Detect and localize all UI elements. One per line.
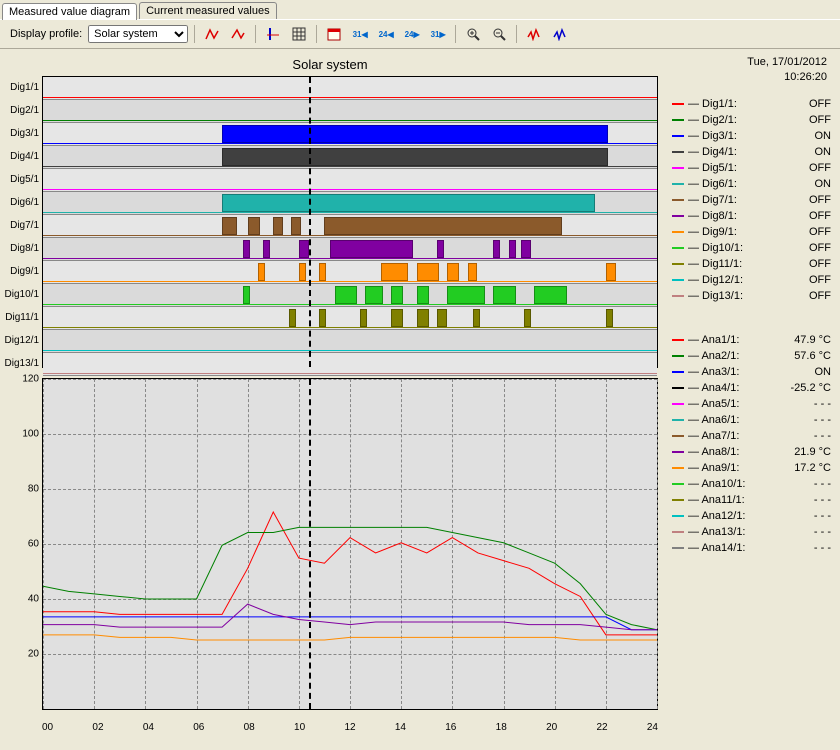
- legend-row: — Dig8/1:OFF: [672, 208, 831, 224]
- legend-row: — Ana8/1:21.9 °C: [672, 444, 831, 460]
- analog-x-axis: 00020406081012141618202224: [42, 720, 658, 739]
- legend-row: — Ana2/1:57.6 °C: [672, 348, 831, 364]
- dig-row-label: Dig3/1: [3, 128, 39, 139]
- separator: [316, 25, 317, 43]
- range-31f-icon[interactable]: 31◀: [349, 23, 371, 45]
- dig-row-label: Dig12/1: [3, 335, 39, 346]
- profile-label: Display profile:: [10, 28, 82, 40]
- separator: [455, 25, 456, 43]
- cursor-icon[interactable]: [262, 23, 284, 45]
- dig-row: Dig5/1: [43, 169, 657, 192]
- legend-row: — Ana6/1:- - -: [672, 412, 831, 428]
- signal-red-icon[interactable]: [523, 23, 545, 45]
- legend-row: — Dig1/1:OFF: [672, 96, 831, 112]
- calendar-icon[interactable]: [323, 23, 345, 45]
- dig-row-label: Dig4/1: [3, 151, 39, 162]
- grid-icon[interactable]: [288, 23, 310, 45]
- dig-row-label: Dig5/1: [3, 174, 39, 185]
- digital-legend: — Dig1/1:OFF— Dig2/1:OFF— Dig3/1:ON— Dig…: [662, 90, 837, 310]
- digital-chart[interactable]: Dig1/1Dig2/1Dig3/1Dig4/1Dig5/1Dig6/1Dig7…: [42, 76, 658, 368]
- dig-row-label: Dig7/1: [3, 220, 39, 231]
- dig-row: Dig13/1: [43, 353, 657, 376]
- legend-row: — Dig4/1:ON: [672, 144, 831, 160]
- separator: [516, 25, 517, 43]
- time-text: 10:26:20: [672, 70, 827, 85]
- dig-row: Dig4/1: [43, 146, 657, 169]
- legend-row: — Dig9/1:OFF: [672, 224, 831, 240]
- legend-row: — Dig10/1:OFF: [672, 240, 831, 256]
- dig-row: Dig11/1: [43, 307, 657, 330]
- legend-row: — Ana13/1:- - -: [672, 524, 831, 540]
- toolbar: Display profile: Solar system 31◀ 24◀ 24…: [0, 19, 840, 49]
- signal-blue-icon[interactable]: [549, 23, 571, 45]
- dig-row-label: Dig1/1: [3, 82, 39, 93]
- timestamp: Tue, 17/01/2012 10:26:20: [662, 51, 837, 90]
- legend-row: — Dig3/1:ON: [672, 128, 831, 144]
- legend-row: — Ana7/1:- - -: [672, 428, 831, 444]
- dig-row: Dig12/1: [43, 330, 657, 353]
- dig-row-label: Dig2/1: [3, 105, 39, 116]
- dig-row: Dig10/1: [43, 284, 657, 307]
- legend-row: — Ana14/1:- - -: [672, 540, 831, 556]
- legend-row: — Ana9/1:17.2 °C: [672, 460, 831, 476]
- dig-row-label: Dig6/1: [3, 197, 39, 208]
- legend-row: — Ana1/1:47.9 °C: [672, 332, 831, 348]
- dig-row: Dig6/1: [43, 192, 657, 215]
- zoom-in-icon[interactable]: [462, 23, 484, 45]
- range-31b-icon[interactable]: 31▶: [427, 23, 449, 45]
- tab-diagram[interactable]: Measured value diagram: [2, 3, 137, 20]
- chart-title: Solar system: [2, 51, 658, 76]
- legend-row: — Ana5/1:- - -: [672, 396, 831, 412]
- dig-row-label: Dig11/1: [3, 312, 39, 323]
- range-24b-icon[interactable]: 24▶: [401, 23, 423, 45]
- legend-row: — Dig11/1:OFF: [672, 256, 831, 272]
- legend-row: — Dig5/1:OFF: [672, 160, 831, 176]
- dig-row: Dig7/1: [43, 215, 657, 238]
- legend-row: — Ana3/1:ON: [672, 364, 831, 380]
- legend-row: — Ana12/1:- - -: [672, 508, 831, 524]
- curve-next-icon[interactable]: [227, 23, 249, 45]
- separator: [194, 25, 195, 43]
- tabbar: Measured value diagram Current measured …: [0, 0, 840, 19]
- date-text: Tue, 17/01/2012: [672, 55, 827, 70]
- legend-row: — Ana11/1:- - -: [672, 492, 831, 508]
- legend-row: — Dig13/1:OFF: [672, 288, 831, 304]
- dig-row-label: Dig13/1: [3, 358, 39, 369]
- dig-row: Dig8/1: [43, 238, 657, 261]
- legend-row: — Dig6/1:ON: [672, 176, 831, 192]
- legend-row: — Ana10/1:- - -: [672, 476, 831, 492]
- dig-row-label: Dig10/1: [3, 289, 39, 300]
- dig-row: Dig2/1: [43, 100, 657, 123]
- separator: [255, 25, 256, 43]
- zoom-out-icon[interactable]: [488, 23, 510, 45]
- profile-select[interactable]: Solar system: [88, 25, 188, 43]
- range-24f-icon[interactable]: 24◀: [375, 23, 397, 45]
- curve-prev-icon[interactable]: [201, 23, 223, 45]
- legend-row: — Dig7/1:OFF: [672, 192, 831, 208]
- analog-legend: — Ana1/1:47.9 °C— Ana2/1:57.6 °C— Ana3/1…: [662, 326, 837, 562]
- legend-row: — Dig12/1:OFF: [672, 272, 831, 288]
- legend-row: — Ana4/1:-25.2 °C: [672, 380, 831, 396]
- dig-row-label: Dig9/1: [3, 266, 39, 277]
- legend-row: — Dig2/1:OFF: [672, 112, 831, 128]
- dig-row: Dig3/1: [43, 123, 657, 146]
- dig-row: Dig9/1: [43, 261, 657, 284]
- dig-row: Dig1/1: [43, 77, 657, 100]
- dig-row-label: Dig8/1: [3, 243, 39, 254]
- tab-current-values[interactable]: Current measured values: [139, 2, 277, 19]
- analog-chart[interactable]: 20406080100120: [42, 378, 658, 710]
